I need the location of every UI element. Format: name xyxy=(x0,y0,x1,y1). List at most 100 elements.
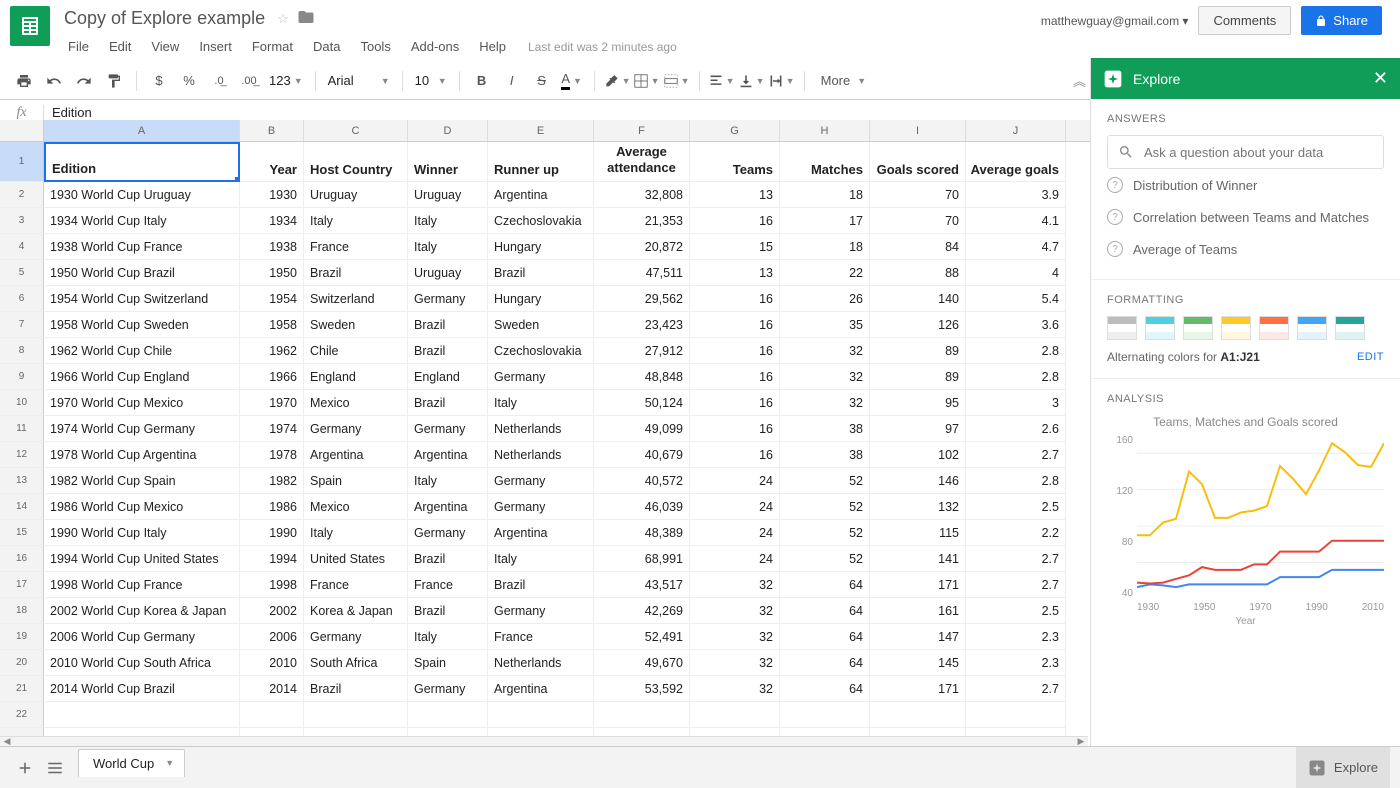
close-icon[interactable]: ✕ xyxy=(1373,68,1388,89)
cell[interactable]: Italy xyxy=(488,546,594,572)
cell[interactable]: 47,511 xyxy=(594,260,690,286)
cell[interactable]: 1986 World Cup Mexico xyxy=(44,494,240,520)
cell[interactable]: 2.2 xyxy=(966,520,1066,546)
menu-format[interactable]: Format xyxy=(244,35,301,58)
share-button[interactable]: Share xyxy=(1301,6,1382,35)
row-header[interactable]: 6 xyxy=(0,286,44,312)
cell[interactable]: 5.4 xyxy=(966,286,1066,312)
column-header-E[interactable]: E xyxy=(488,120,594,141)
cell[interactable]: 23,423 xyxy=(594,312,690,338)
cell[interactable]: England xyxy=(408,364,488,390)
cell[interactable]: 32 xyxy=(780,338,870,364)
color-swatch[interactable] xyxy=(1259,316,1289,340)
cell[interactable]: 16 xyxy=(690,208,780,234)
edit-formatting-link[interactable]: EDIT xyxy=(1357,351,1384,363)
cell[interactable]: 2.6 xyxy=(966,416,1066,442)
cell[interactable]: 115 xyxy=(870,520,966,546)
cell[interactable]: Germany xyxy=(304,416,408,442)
cell[interactable]: Sweden xyxy=(304,312,408,338)
cell[interactable]: Germany xyxy=(488,468,594,494)
font-family-dropdown[interactable]: Arial▼ xyxy=(324,73,394,88)
color-swatch[interactable] xyxy=(1221,316,1251,340)
cell[interactable]: 1974 xyxy=(240,416,304,442)
borders-icon[interactable]: ▼ xyxy=(633,67,661,95)
cell[interactable]: 24 xyxy=(690,494,780,520)
cell[interactable]: 145 xyxy=(870,650,966,676)
cell[interactable]: 1962 World Cup Chile xyxy=(44,338,240,364)
cell[interactable]: Czechoslovakia xyxy=(488,338,594,364)
cell[interactable]: 64 xyxy=(780,676,870,702)
cell[interactable]: 2014 xyxy=(240,676,304,702)
number-format-dropdown[interactable]: 123▼ xyxy=(265,73,307,88)
cell[interactable]: 1970 xyxy=(240,390,304,416)
cell[interactable]: 32 xyxy=(690,598,780,624)
cell[interactable]: Brazil xyxy=(408,312,488,338)
menu-help[interactable]: Help xyxy=(471,35,514,58)
cell[interactable]: 38 xyxy=(780,416,870,442)
column-header-H[interactable]: H xyxy=(780,120,870,141)
cell[interactable]: France xyxy=(408,572,488,598)
cell[interactable]: 32 xyxy=(780,364,870,390)
menu-data[interactable]: Data xyxy=(305,35,348,58)
cell[interactable]: 2.5 xyxy=(966,494,1066,520)
decrease-decimal-icon[interactable]: .0̲ xyxy=(205,67,233,95)
row-header[interactable]: 21 xyxy=(0,676,44,702)
cell[interactable]: 16 xyxy=(690,286,780,312)
bold-icon[interactable]: B xyxy=(468,67,496,95)
cell[interactable]: Goals scored xyxy=(870,142,966,182)
cell[interactable]: 2.7 xyxy=(966,442,1066,468)
cell[interactable]: 48,848 xyxy=(594,364,690,390)
cell[interactable]: Germany xyxy=(488,598,594,624)
cell[interactable]: 46,039 xyxy=(594,494,690,520)
column-header-F[interactable]: F xyxy=(594,120,690,141)
cell[interactable]: Germany xyxy=(408,416,488,442)
cell[interactable]: Brazil xyxy=(408,390,488,416)
color-swatch[interactable] xyxy=(1145,316,1175,340)
horizontal-align-icon[interactable]: ▼ xyxy=(708,67,736,95)
cell[interactable]: 89 xyxy=(870,338,966,364)
cell[interactable]: 27,912 xyxy=(594,338,690,364)
cell[interactable]: 21,353 xyxy=(594,208,690,234)
cell[interactable]: 2.7 xyxy=(966,572,1066,598)
sheets-logo[interactable] xyxy=(10,6,50,46)
cell[interactable]: 32 xyxy=(690,676,780,702)
collapse-toolbar-icon[interactable]: ︽ xyxy=(1069,67,1090,94)
cell[interactable]: 49,099 xyxy=(594,416,690,442)
cell[interactable]: Winner xyxy=(408,142,488,182)
cell[interactable]: 2.5 xyxy=(966,598,1066,624)
cell[interactable] xyxy=(488,702,594,728)
cell[interactable]: 1994 World Cup United States xyxy=(44,546,240,572)
cell[interactable]: Brazil xyxy=(488,572,594,598)
cell[interactable]: 32 xyxy=(690,624,780,650)
cell[interactable]: 89 xyxy=(870,364,966,390)
cell[interactable]: 141 xyxy=(870,546,966,572)
color-swatch[interactable] xyxy=(1335,316,1365,340)
menu-view[interactable]: View xyxy=(143,35,187,58)
cell[interactable]: 4.1 xyxy=(966,208,1066,234)
row-header[interactable]: 7 xyxy=(0,312,44,338)
cell[interactable] xyxy=(780,702,870,728)
cell[interactable]: 52 xyxy=(780,494,870,520)
cell[interactable]: 49,670 xyxy=(594,650,690,676)
cell[interactable]: 2014 World Cup Brazil xyxy=(44,676,240,702)
fill-color-icon[interactable]: ▼ xyxy=(603,67,631,95)
cell[interactable]: 24 xyxy=(690,520,780,546)
cell[interactable]: 1966 xyxy=(240,364,304,390)
cell[interactable]: 1982 World Cup Spain xyxy=(44,468,240,494)
color-swatch[interactable] xyxy=(1297,316,1327,340)
cell[interactable]: 2002 xyxy=(240,598,304,624)
cell[interactable]: Germany xyxy=(304,624,408,650)
horizontal-scrollbar[interactable]: ◀▶ xyxy=(0,736,1088,746)
cell[interactable]: Teams xyxy=(690,142,780,182)
cell[interactable]: England xyxy=(304,364,408,390)
cell[interactable]: Italy xyxy=(408,468,488,494)
cell[interactable]: 2.8 xyxy=(966,468,1066,494)
cell[interactable]: 16 xyxy=(690,338,780,364)
cell[interactable]: 3.6 xyxy=(966,312,1066,338)
cell[interactable]: 70 xyxy=(870,208,966,234)
cell[interactable]: 32,808 xyxy=(594,182,690,208)
text-color-icon[interactable]: A▼ xyxy=(558,67,586,95)
explore-suggestion[interactable]: ?Correlation between Teams and Matches xyxy=(1107,201,1384,233)
row-header[interactable]: 4 xyxy=(0,234,44,260)
row-header[interactable]: 10 xyxy=(0,390,44,416)
